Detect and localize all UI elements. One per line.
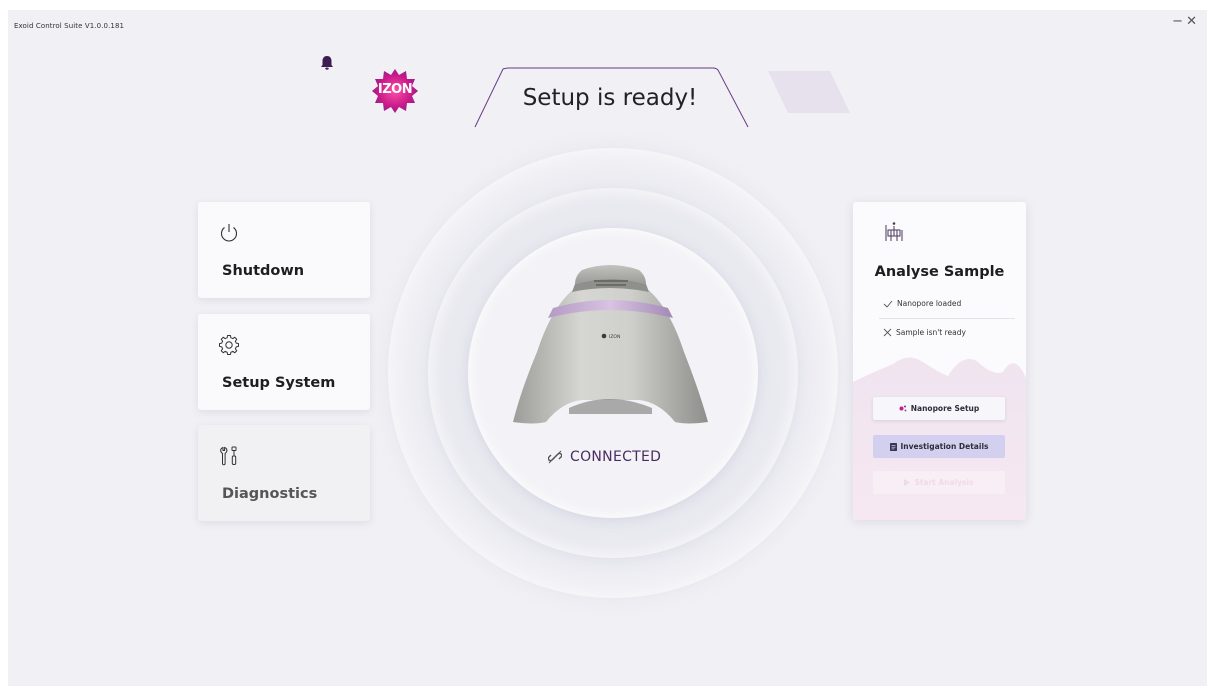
setup-system-label: Setup System <box>222 375 336 391</box>
start-analysis-label: Start Analysis <box>914 478 974 487</box>
diagnostics-card[interactable]: Diagnostics <box>198 425 370 521</box>
nanopore-setup-button[interactable]: Nanopore Setup <box>873 397 1005 420</box>
analyse-sample-card: Analyse Sample Nanopore loaded Sample is… <box>853 202 1026 520</box>
divider <box>879 318 1015 319</box>
connection-status: CONNECTED <box>548 447 678 467</box>
start-analysis-button[interactable]: Start Analysis <box>873 471 1005 494</box>
document-icon <box>889 442 897 451</box>
page-title: Setup is ready! <box>522 85 698 111</box>
play-icon <box>904 479 911 486</box>
device-brand-mark: IZON <box>609 334 620 340</box>
logo-text: IZON <box>377 82 413 97</box>
connection-status-text: CONNECTED <box>570 449 662 465</box>
izon-logo: IZON <box>372 68 418 114</box>
close-button[interactable]: ✕ <box>1186 15 1197 29</box>
power-icon <box>220 224 238 242</box>
app-title: Exoid Control Suite V1.0.0.181 <box>14 22 125 30</box>
cross-icon <box>883 328 892 337</box>
sample-ready-text: Sample isn't ready <box>896 328 966 337</box>
diagnostics-label: Diagnostics <box>222 486 318 502</box>
nanopore-loaded-status: Nanopore loaded <box>883 299 961 308</box>
wrench-screwdriver-icon <box>220 446 237 466</box>
shutdown-card[interactable]: Shutdown <box>198 202 370 298</box>
investigation-details-label: Investigation Details <box>900 442 989 451</box>
check-icon <box>883 300 893 308</box>
exoid-device-image: IZON <box>513 265 708 424</box>
bell-icon[interactable] <box>320 55 334 71</box>
shutdown-label: Shutdown <box>222 263 305 279</box>
investigation-details-button[interactable]: Investigation Details <box>873 435 1005 458</box>
nanopore-setup-label: Nanopore Setup <box>910 404 980 413</box>
nanopore-icon <box>899 405 907 412</box>
sample-ready-status: Sample isn't ready <box>883 328 966 337</box>
header: IZON Setup is ready! <box>320 55 890 135</box>
analyse-sample-title: Analyse Sample <box>874 264 1005 280</box>
nanopore-loaded-text: Nanopore loaded <box>897 299 962 308</box>
link-icon <box>548 450 562 464</box>
setup-system-card[interactable]: Setup System <box>198 314 370 410</box>
gear-icon <box>219 335 239 355</box>
minimize-button[interactable]: − <box>1172 15 1183 29</box>
sample-rack-icon <box>885 222 903 241</box>
